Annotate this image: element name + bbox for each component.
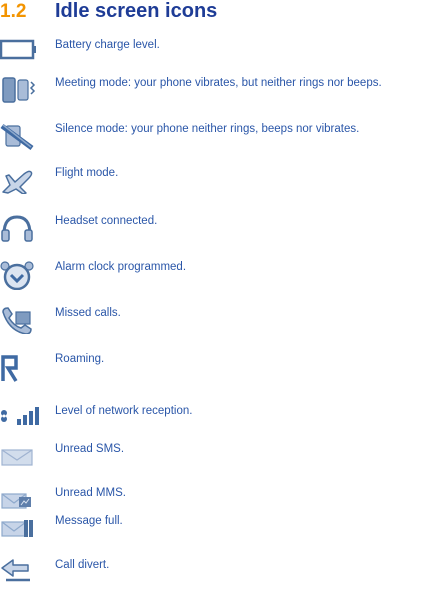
section-heading: 1.2 Idle screen icons xyxy=(0,0,217,26)
icon-description: Alarm clock programmed. xyxy=(55,261,187,273)
icon-description: Battery charge level. xyxy=(55,39,160,51)
battery-icon xyxy=(0,38,40,64)
headset-icon xyxy=(0,214,40,242)
icon-description: Meeting mode: your phone vibrates, but n… xyxy=(55,77,382,89)
icon-description: Missed calls. xyxy=(55,307,121,319)
icon-description: Call divert. xyxy=(55,559,110,571)
call-divert-icon xyxy=(0,558,40,584)
silence-mode-icon xyxy=(0,122,40,150)
section-title: Idle screen icons xyxy=(55,0,218,22)
icon-description: Level of network reception. xyxy=(55,405,193,417)
icon-description: Flight mode. xyxy=(55,167,119,179)
message-full-icon xyxy=(0,514,40,540)
icon-description: Unread MMS. xyxy=(55,487,126,499)
missed-calls-icon xyxy=(0,306,40,334)
icon-description: Unread SMS. xyxy=(55,443,125,455)
section-number: 1.2 xyxy=(0,1,27,22)
icon-description: Silence mode: your phone neither rings, … xyxy=(55,123,360,135)
meeting-mode-icon xyxy=(0,76,40,103)
icon-description: Headset connected. xyxy=(55,215,158,227)
flight-mode-icon xyxy=(0,166,40,194)
roaming-icon xyxy=(0,352,40,382)
network-signal-icon xyxy=(0,404,40,430)
alarm-clock-icon xyxy=(0,260,40,290)
icon-description: Message full. xyxy=(55,515,123,527)
unread-mms-icon xyxy=(0,486,40,512)
icon-description: Roaming. xyxy=(55,353,105,365)
unread-sms-icon xyxy=(0,442,40,468)
